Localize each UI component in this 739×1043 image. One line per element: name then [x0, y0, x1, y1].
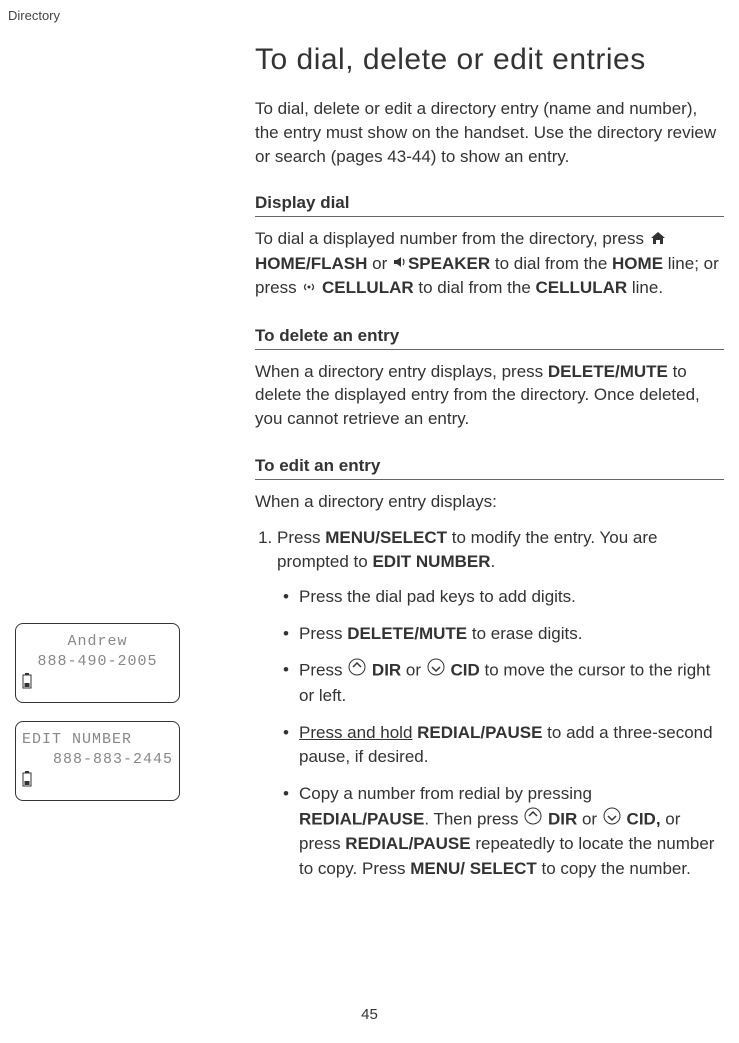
text: When a directory entry displays, press: [255, 362, 548, 381]
page-title: To dial, delete or edit entries: [255, 43, 724, 77]
lcd-edit-label: EDIT NUMBER: [22, 730, 173, 750]
speaker-icon: [393, 252, 407, 276]
bullet-copy-redial: Copy a number from redial by pressing RE…: [283, 782, 724, 882]
nav-down-icon: [427, 658, 445, 684]
text: to dial from the: [414, 278, 536, 297]
redial-pause-b: PAUSE: [485, 723, 542, 742]
redial-pause-2b: /PAUSE: [362, 809, 424, 828]
lcd-entry-number: 888-490-2005: [22, 652, 173, 672]
redial-pause-3a: REDIAL: [345, 834, 408, 853]
cellular-icon: [302, 277, 316, 301]
delete-mute-a: DELETE: [548, 362, 615, 381]
edit-number-label: EDIT NUMBER: [372, 552, 490, 571]
home-flash-label-b: /FLASH: [306, 254, 367, 273]
text: to dial from the: [490, 254, 612, 273]
text: .: [491, 552, 496, 571]
cid-label: CID: [451, 661, 480, 680]
bullet-erase-digits: Press DELETE/MUTE to erase digits.: [283, 622, 724, 647]
section-body-display-dial: To dial a displayed number from the dire…: [255, 227, 724, 300]
page-number: 45: [361, 1006, 378, 1023]
battery-icon: [22, 673, 32, 694]
text: to erase digits.: [467, 624, 582, 643]
text: . Then press: [424, 809, 523, 828]
edit-sub-bullets: Press the dial pad keys to add digits. P…: [277, 585, 724, 881]
speaker-label: SPEAKER: [408, 254, 490, 273]
redial-pause-a: REDIAL/: [417, 723, 485, 742]
dir-label: DIR: [372, 661, 401, 680]
edit-steps-list: Press MENU/SELECT to modify the entry. Y…: [255, 526, 724, 882]
section-header-delete: To delete an entry: [255, 326, 724, 350]
home-flash-label-a: HOME: [255, 254, 306, 273]
menu-select-a: MENU/: [325, 528, 380, 547]
home-icon: [650, 228, 666, 252]
delete-mute-a2: DELETE: [347, 624, 414, 643]
nav-up-icon: [524, 807, 542, 833]
lcd-screen-edit: EDIT NUMBER 888-883-2445: [15, 721, 180, 801]
redial-pause-3b: /PAUSE: [409, 834, 471, 853]
menu-select-2b: SELECT: [470, 859, 537, 878]
breadcrumb: Directory: [0, 0, 739, 23]
bullet-move-cursor: Press DIR or CID to move the cursor to t…: [283, 658, 724, 708]
delete-mute-b: /MUTE: [615, 362, 668, 381]
press-hold-text: Press and hold: [299, 723, 412, 742]
text: line.: [627, 278, 663, 297]
edit-lead: When a directory entry displays:: [255, 490, 724, 514]
nav-down-icon: [603, 807, 621, 833]
cellular-line-label: CELLULAR: [536, 278, 628, 297]
section-body-delete: When a directory entry displays, press D…: [255, 360, 724, 431]
home-line-label: HOME: [612, 254, 663, 273]
text: or: [367, 254, 392, 273]
cid-label-2: CID,: [627, 809, 661, 828]
bullet-add-digits: Press the dial pad keys to add digits.: [283, 585, 724, 610]
nav-up-icon: [348, 658, 366, 684]
sidebar-illustrations: Andrew 888-490-2005 EDIT NUMBER 888-883-…: [15, 43, 215, 893]
delete-mute-b2: /MUTE: [414, 624, 467, 643]
text: Press: [299, 661, 347, 680]
text: or: [577, 809, 602, 828]
text: Press: [299, 624, 347, 643]
main-content: To dial, delete or edit entries To dial,…: [215, 43, 724, 893]
text: or: [401, 661, 426, 680]
text: Copy a number from redial by pressing: [299, 784, 592, 803]
intro-paragraph: To dial, delete or edit a directory entr…: [255, 97, 724, 168]
text: Press: [277, 528, 325, 547]
lcd-entry-name: Andrew: [22, 632, 173, 652]
dir-label-2: DIR: [548, 809, 577, 828]
cellular-btn-label: CELLULAR: [322, 278, 414, 297]
section-header-edit: To edit an entry: [255, 456, 724, 480]
menu-select-2a: MENU/: [410, 859, 465, 878]
bullet-add-pause: Press and hold REDIAL/PAUSE to add a thr…: [283, 721, 724, 770]
edit-step-1: Press MENU/SELECT to modify the entry. Y…: [277, 526, 724, 882]
text: to copy the number.: [537, 859, 691, 878]
redial-pause-2a: REDIAL: [299, 809, 362, 828]
battery-icon: [22, 771, 32, 792]
section-header-display-dial: Display dial: [255, 193, 724, 217]
text: To dial a displayed number from the dire…: [255, 229, 649, 248]
menu-select-b: SELECT: [380, 528, 447, 547]
lcd-screen-entry: Andrew 888-490-2005: [15, 623, 180, 703]
lcd-edit-number: 888-883-2445: [22, 750, 173, 770]
page-layout: Andrew 888-490-2005 EDIT NUMBER 888-883-…: [0, 23, 739, 893]
